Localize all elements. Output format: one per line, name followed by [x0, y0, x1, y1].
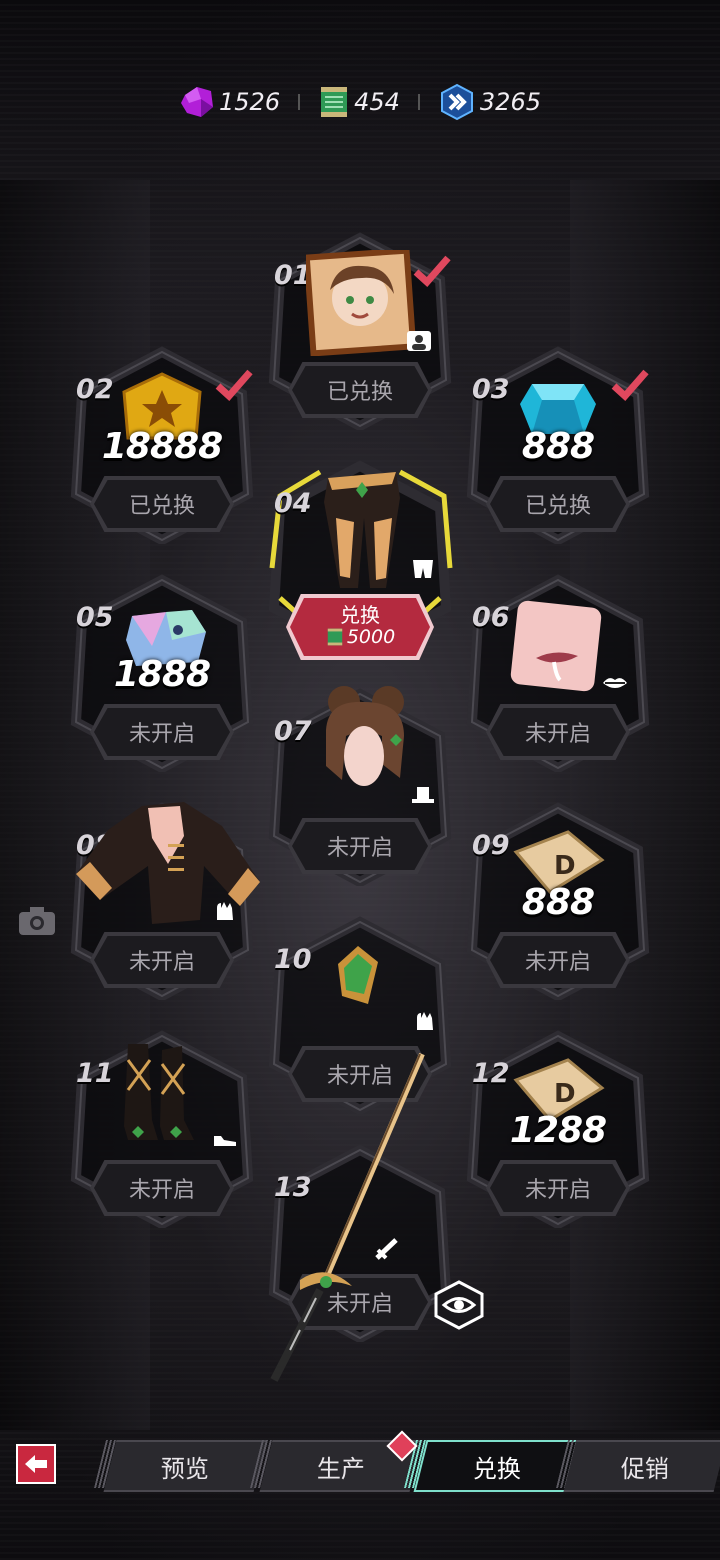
- hat-icon: [412, 787, 434, 803]
- slot-number: 02: [76, 374, 114, 405]
- slot-number: 06: [472, 602, 510, 633]
- exchange-slot-01[interactable]: 01 已兑换: [260, 230, 460, 430]
- preview-eye-button[interactable]: [432, 1280, 486, 1330]
- ticket-count: 454: [354, 88, 400, 116]
- green-ticket-icon: [321, 87, 348, 117]
- currency-bar: 1526 454 3265: [0, 80, 720, 124]
- slot-number: 09: [472, 830, 510, 861]
- claimed-check-icon: [413, 255, 451, 287]
- item-amount: 18888: [101, 426, 223, 467]
- sword-item: [270, 1052, 425, 1382]
- exchange-button[interactable]: 兑换 5000: [290, 598, 430, 656]
- blue-badge-icon: [440, 83, 473, 121]
- claimed-check-icon: [611, 369, 649, 401]
- tab-exchange[interactable]: 兑换: [413, 1440, 581, 1492]
- tab-promotion[interactable]: 促销: [563, 1440, 720, 1492]
- slot-number: 04: [274, 488, 312, 519]
- green-ticket-icon: [327, 628, 343, 646]
- mouth-sticker-item: [510, 600, 602, 692]
- status-button[interactable]: 未开启: [490, 1164, 626, 1212]
- svg-text:D: D: [554, 851, 576, 881]
- status-button[interactable]: 已兑换: [490, 480, 626, 528]
- exchange-slot-04[interactable]: 04 兑换 5000: [260, 458, 460, 660]
- shoe-icon: [214, 1136, 236, 1146]
- status-button[interactable]: 已兑换: [292, 366, 428, 414]
- glove-icon: [417, 1012, 433, 1030]
- divider: [298, 94, 301, 110]
- svg-text:D: D: [554, 1079, 576, 1109]
- status-button[interactable]: 未开启: [94, 708, 230, 756]
- slot-number: 05: [76, 602, 114, 633]
- exchange-button-label: 兑换: [340, 603, 380, 627]
- glove-icon: [217, 902, 233, 920]
- back-button[interactable]: [16, 1444, 56, 1484]
- item-amount: 888: [521, 426, 595, 467]
- slot-number: 11: [76, 1058, 114, 1089]
- purple-crystal-icon: [181, 87, 214, 117]
- exchange-slot-03[interactable]: 03 888 已兑换: [458, 344, 658, 544]
- exchange-slot-08[interactable]: 08 未开启: [62, 800, 262, 1000]
- boots-item: [124, 1044, 194, 1140]
- portrait-card-item: [306, 250, 417, 356]
- status-button[interactable]: 未开启: [94, 1164, 230, 1212]
- lips-icon: [603, 678, 627, 688]
- item-amount: 888: [521, 882, 595, 923]
- cost-value: 5000: [346, 626, 396, 648]
- currency-ticket[interactable]: 454: [318, 84, 400, 120]
- currency-badge[interactable]: 3265: [438, 83, 541, 121]
- status-button[interactable]: 未开启: [490, 708, 626, 756]
- hair-bun-item: [326, 686, 404, 786]
- tab-label: 促销: [621, 1454, 669, 1483]
- slot-number: 10: [274, 944, 312, 975]
- exchange-slot-05[interactable]: 05 1888 未开启: [62, 572, 262, 772]
- status-button[interactable]: 未开启: [94, 936, 230, 984]
- status-button[interactable]: 未开启: [292, 822, 428, 870]
- avatar-icon: [407, 331, 431, 351]
- exchange-slot-07[interactable]: 07 未开启: [260, 686, 460, 886]
- pants-icon: [413, 560, 433, 578]
- tab-preview[interactable]: 预览: [103, 1440, 267, 1492]
- crystal-count: 1526: [219, 88, 281, 116]
- exchange-cost: 5000: [290, 626, 430, 648]
- item-amount: 1288: [509, 1110, 607, 1151]
- exchange-slot-02[interactable]: 02 18888 已兑换: [62, 344, 262, 544]
- slot-number: 12: [472, 1058, 510, 1089]
- slot-number: 03: [472, 374, 510, 405]
- badge-count: 3265: [479, 88, 541, 116]
- exchange-slot-12[interactable]: 12 D 1288 未开启: [458, 1028, 658, 1228]
- outfit-bottom-item: [324, 472, 400, 588]
- status-button[interactable]: 未开启: [490, 936, 626, 984]
- slot-number: 07: [274, 716, 312, 747]
- tab-label: 预览: [161, 1454, 209, 1483]
- back-arrow-icon: [25, 1455, 47, 1473]
- currency-crystal[interactable]: 1526: [179, 85, 280, 119]
- camera-icon[interactable]: [18, 906, 56, 936]
- exchange-slot-09[interactable]: 09 D 888 未开启: [458, 800, 658, 1000]
- item-amount: 1888: [113, 654, 211, 695]
- exchange-slot-11[interactable]: 11 未开启: [62, 1028, 262, 1228]
- claimed-check-icon: [215, 369, 253, 401]
- divider: [417, 94, 420, 110]
- exchange-slot-06[interactable]: 06 未开启: [458, 572, 658, 772]
- tab-label: 生产: [317, 1454, 365, 1483]
- tab-label: 兑换: [473, 1454, 521, 1483]
- green-earring-item: [338, 946, 378, 1004]
- status-button[interactable]: 已兑换: [94, 480, 230, 528]
